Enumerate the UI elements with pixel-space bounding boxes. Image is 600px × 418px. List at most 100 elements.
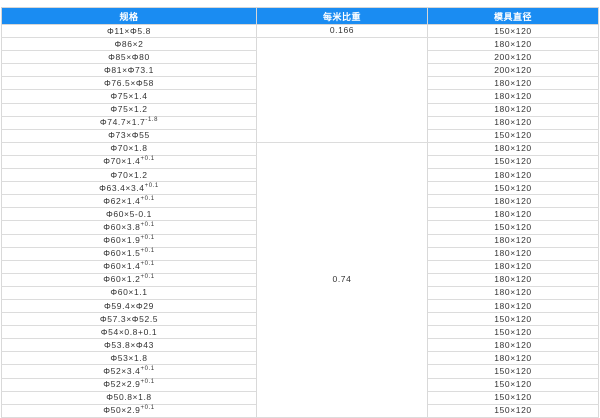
spec-tolerance: +0.1: [140, 248, 155, 255]
spec-value: Φ50×2.9: [103, 405, 141, 416]
spec-value: Φ70×1.4: [103, 156, 141, 167]
die-diameter-cell: 150×120: [427, 378, 599, 392]
die-diameter-cell: 180×120: [427, 234, 599, 248]
spec-cell: Φ60×1.1: [1, 286, 257, 300]
spec-value: Φ53×1.8: [110, 352, 148, 363]
spec-value: Φ60×3.8: [103, 221, 141, 232]
spec-value: Φ70×1.8: [110, 143, 148, 154]
header-die-diameter: 模具直径: [427, 7, 599, 25]
spec-cell: Φ62×1.4+0.1: [1, 194, 257, 209]
spec-cell: Φ85×Φ80: [1, 50, 257, 65]
spec-tolerance: -1.8: [145, 117, 159, 124]
spec-value: Φ11×Φ5.8: [107, 25, 151, 36]
spec-value: Φ53.8×Φ43: [104, 339, 154, 350]
spec-cell: Φ53.8×Φ43: [1, 338, 257, 353]
die-diameter-cell: 150×120: [427, 220, 599, 235]
die-diameter-cell: 200×120: [427, 50, 599, 65]
spec-value: Φ60×1.1: [110, 287, 148, 298]
spec-tolerance: +0.1: [140, 365, 155, 372]
spec-value: Φ70×1.2: [110, 169, 148, 180]
die-diameter-cell: 180×120: [427, 142, 599, 156]
die-diameter-cell: 180×120: [427, 207, 599, 222]
spec-cell: Φ63.4×3.4+0.1: [1, 181, 257, 196]
spec-cell: Φ60×1.5+0.1: [1, 247, 257, 261]
die-diameter-cell: 150×120: [427, 129, 599, 143]
spec-cell: Φ54×0.8+0.1: [1, 325, 257, 340]
spec-cell: Φ86×2: [1, 37, 257, 52]
die-diameter-cell: 180×120: [427, 116, 599, 130]
spec-value: Φ52×2.9: [103, 379, 141, 390]
spec-tolerance: +0.1: [144, 182, 159, 189]
spec-value: Φ60×1.5: [103, 248, 141, 259]
spec-cell: Φ74.7×1.7-1.8: [1, 116, 257, 130]
spec-value: Φ60×1.4: [103, 261, 141, 272]
table-header-row: 规格 每米比重 模具直径: [1, 7, 599, 25]
spec-value: Φ75×1.2: [110, 104, 148, 115]
spec-value: Φ60×1.9: [103, 235, 141, 246]
spec-tolerance: +0.1: [140, 221, 155, 228]
header-weight-per-meter: 每米比重: [256, 7, 428, 25]
spec-tolerance: +0.1: [140, 379, 155, 386]
die-diameter-cell: 150×120: [427, 404, 599, 418]
die-diameter-cell: 180×120: [427, 338, 599, 353]
die-diameter-cell: 180×120: [427, 273, 599, 287]
spec-value: Φ74.7×1.7: [99, 117, 146, 128]
die-diameter-cell: 180×120: [427, 286, 599, 300]
die-diameter-cell: 180×120: [427, 76, 599, 91]
spec-value: Φ59.4×Φ29: [104, 300, 154, 311]
spec-value: Φ52×3.4: [103, 365, 141, 376]
spec-cell: Φ50.8×1.8: [1, 391, 257, 405]
spec-value: Φ60×1.2: [103, 274, 141, 285]
spec-cell: Φ59.4×Φ29: [1, 299, 257, 314]
spec-cell: Φ52×3.4+0.1: [1, 364, 257, 379]
weight-per-meter-cell: 0.74: [256, 142, 428, 418]
spec-cell: Φ57.3×Φ52.5: [1, 312, 257, 327]
table-row: Φ70×1.8 0.74 180×120: [1, 142, 599, 418]
spec-value: Φ54×0.8+0.1: [100, 326, 158, 337]
die-diameter-cell: 150×120: [427, 391, 599, 405]
spec-tolerance: +0.1: [140, 235, 155, 242]
spec-table-container: 规格 每米比重 模具直径 Φ11×Φ5.8 0.166 150×120 Φ86×2 18…: [1, 7, 599, 418]
die-diameter-cell: 180×120: [427, 247, 599, 261]
spec-value: Φ73×Φ55: [108, 130, 150, 141]
spec-cell: Φ60×1.2+0.1: [1, 273, 257, 287]
die-diameter-cell: 150×120: [427, 312, 599, 327]
spec-tolerance: +0.1: [140, 405, 155, 412]
spec-value: Φ81×Φ73.1: [104, 64, 154, 75]
table-row: Φ11×Φ5.8 0.166 150×120: [1, 24, 599, 39]
table-row: Φ86×2 180×120: [1, 37, 599, 143]
spec-tolerance: +0.1: [140, 195, 155, 202]
spec-value: Φ86×2: [114, 38, 144, 49]
spec-value: Φ85×Φ80: [108, 51, 150, 62]
die-diameter-cell: 200×120: [427, 63, 599, 78]
spec-tolerance: +0.1: [140, 261, 155, 268]
spec-value: Φ75×1.4: [110, 91, 148, 102]
spec-tolerance: +0.1: [140, 274, 155, 281]
die-diameter-cell: 180×120: [427, 103, 599, 117]
die-diameter-cell: 180×120: [427, 37, 599, 52]
spec-value: Φ62×1.4: [103, 195, 141, 206]
spec-tolerance: +0.1: [140, 156, 155, 163]
spec-cell: Φ70×1.2: [1, 168, 257, 183]
die-diameter-cell: 150×120: [427, 325, 599, 340]
die-diameter-cell: 180×120: [427, 260, 599, 274]
spec-value: Φ76.5×Φ58: [104, 77, 154, 88]
die-diameter-cell: 180×120: [427, 194, 599, 209]
die-diameter-cell: 180×120: [427, 351, 599, 366]
spec-cell: Φ75×1.4: [1, 89, 257, 104]
header-spec: 规格: [1, 7, 257, 25]
spec-cell: Φ75×1.2: [1, 103, 257, 117]
spec-cell: Φ70×1.8: [1, 142, 257, 156]
spec-cell: Φ11×Φ5.8: [1, 24, 257, 39]
table-body: Φ11×Φ5.8 0.166 150×120 Φ86×2 180×120 Φ85×Φ80 2…: [1, 24, 599, 418]
spec-value: Φ50.8×1.8: [106, 392, 152, 403]
spec-cell: Φ60×3.8+0.1: [1, 220, 257, 235]
die-diameter-cell: 150×120: [427, 181, 599, 196]
die-diameter-cell: 180×120: [427, 299, 599, 314]
die-diameter-cell: 150×120: [427, 155, 599, 170]
spec-cell: Φ81×Φ73.1: [1, 63, 257, 78]
die-diameter-cell: 180×120: [427, 89, 599, 104]
spec-value: Φ60×5-0.1: [106, 208, 152, 219]
spec-table: 规格 每米比重 模具直径 Φ11×Φ5.8 0.166 150×120 Φ86×2 18…: [1, 7, 599, 418]
die-diameter-cell: 180×120: [427, 168, 599, 183]
